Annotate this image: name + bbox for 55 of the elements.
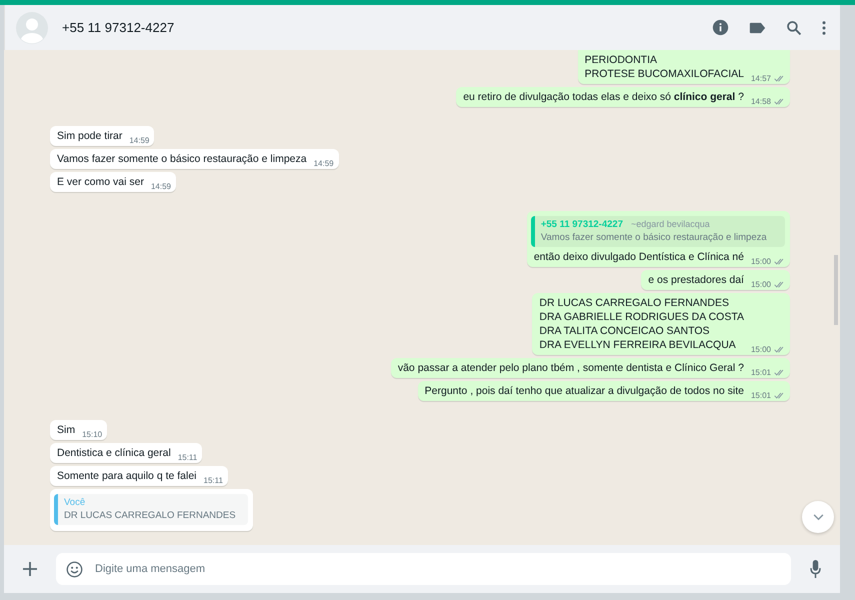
- message-time: 15:11: [178, 453, 198, 462]
- chevron-down-icon[interactable]: [812, 514, 824, 520]
- message-input-box[interactable]: Digite uma mensagem: [56, 553, 791, 585]
- emoji-icon[interactable]: [66, 560, 83, 578]
- message-text: e os prestadores daí: [648, 273, 744, 287]
- double-check-icon: [774, 369, 785, 376]
- contact-name[interactable]: +55 11 97312-4227: [62, 20, 698, 35]
- info-icon[interactable]: [712, 19, 729, 36]
- quote-text: Vamos fazer somente o básico restauração e limpeza: [540, 232, 768, 243]
- message-text: DRA TALITA CONCEICAO SANTOS: [539, 324, 711, 338]
- message-time: 14:58: [750, 97, 771, 106]
- message-time: 14:57: [750, 74, 771, 83]
- message-text: então deixo divulgado Dentística e Clínica né: [534, 250, 744, 264]
- message-time: 15:01: [750, 391, 771, 400]
- message-text: Sim: [57, 423, 76, 437]
- quote-text: DR LUCAS CARREGALO FERNANDES: [64, 510, 237, 521]
- message-text: PROTESE BUCOMAXILOFACIAL: [584, 67, 744, 81]
- message-time: 14:59: [150, 182, 171, 191]
- message-text: Vamos fazer somente o básico restauração e limpeza: [57, 152, 307, 166]
- message-text: DR LUCAS CARREGALO FERNANDES: [539, 296, 730, 310]
- quote-author: +55 11 97312-4227: [540, 219, 623, 230]
- message-text: DRA EVELLYN FERREIRA BEVILACQUA: [539, 338, 737, 352]
- quoted-message[interactable]: Você DR LUCAS CARREGALO FERNANDES: [54, 494, 248, 525]
- label-icon[interactable]: [749, 22, 766, 34]
- plus-icon[interactable]: [23, 562, 37, 576]
- double-check-icon: [774, 346, 785, 353]
- microphone-icon[interactable]: [810, 560, 821, 578]
- message-time: 14:59: [314, 159, 334, 168]
- message-time: 15:11: [204, 476, 223, 485]
- message-text: PERIODONTIA: [584, 53, 658, 67]
- message-text: Sim pode tirar: [57, 129, 122, 143]
- menu-icon[interactable]: [822, 20, 826, 34]
- double-check-icon: [774, 98, 785, 105]
- message-text: eu retiro de divulgação todas elas e deixo só clínico geral ?: [463, 90, 744, 104]
- message-text: DRA GABRIELLE RODRIGUES DA COSTA: [539, 310, 744, 324]
- double-check-icon: [774, 281, 785, 288]
- message-time: 15:00: [750, 257, 771, 266]
- message-text: Pergunto , pois daí tenho que atualizar a divulgação de todos no site: [424, 384, 744, 398]
- quote-author: Você: [64, 497, 86, 508]
- message-time: 15:10: [82, 430, 102, 439]
- quote-sender-name: ~edgard bevilacqua: [630, 219, 710, 229]
- message-time: 15:00: [750, 280, 771, 289]
- double-check-icon: [774, 75, 785, 82]
- double-check-icon: [774, 258, 785, 265]
- quoted-message[interactable]: +55 11 97312-4227 ~edgard bevilacqua Vamos fazer somente o básico restauração e limpeza: [530, 216, 785, 247]
- message-text: E ver como vai ser: [57, 175, 144, 189]
- message-text: vão passar a atender pelo plano tbém , somente dentista e Clínico Geral ?: [398, 361, 744, 375]
- scrollbar-thumb[interactable]: [834, 255, 838, 325]
- search-icon[interactable]: [786, 20, 802, 36]
- message-time: 15:01: [750, 368, 771, 377]
- double-check-icon: [774, 392, 785, 399]
- message-text: Somente para aquilo q te falei: [57, 469, 197, 483]
- message-text: Dentistica e clínica geral: [57, 446, 171, 460]
- message-time: 15:00: [750, 345, 771, 354]
- message-time: 14:59: [129, 136, 150, 145]
